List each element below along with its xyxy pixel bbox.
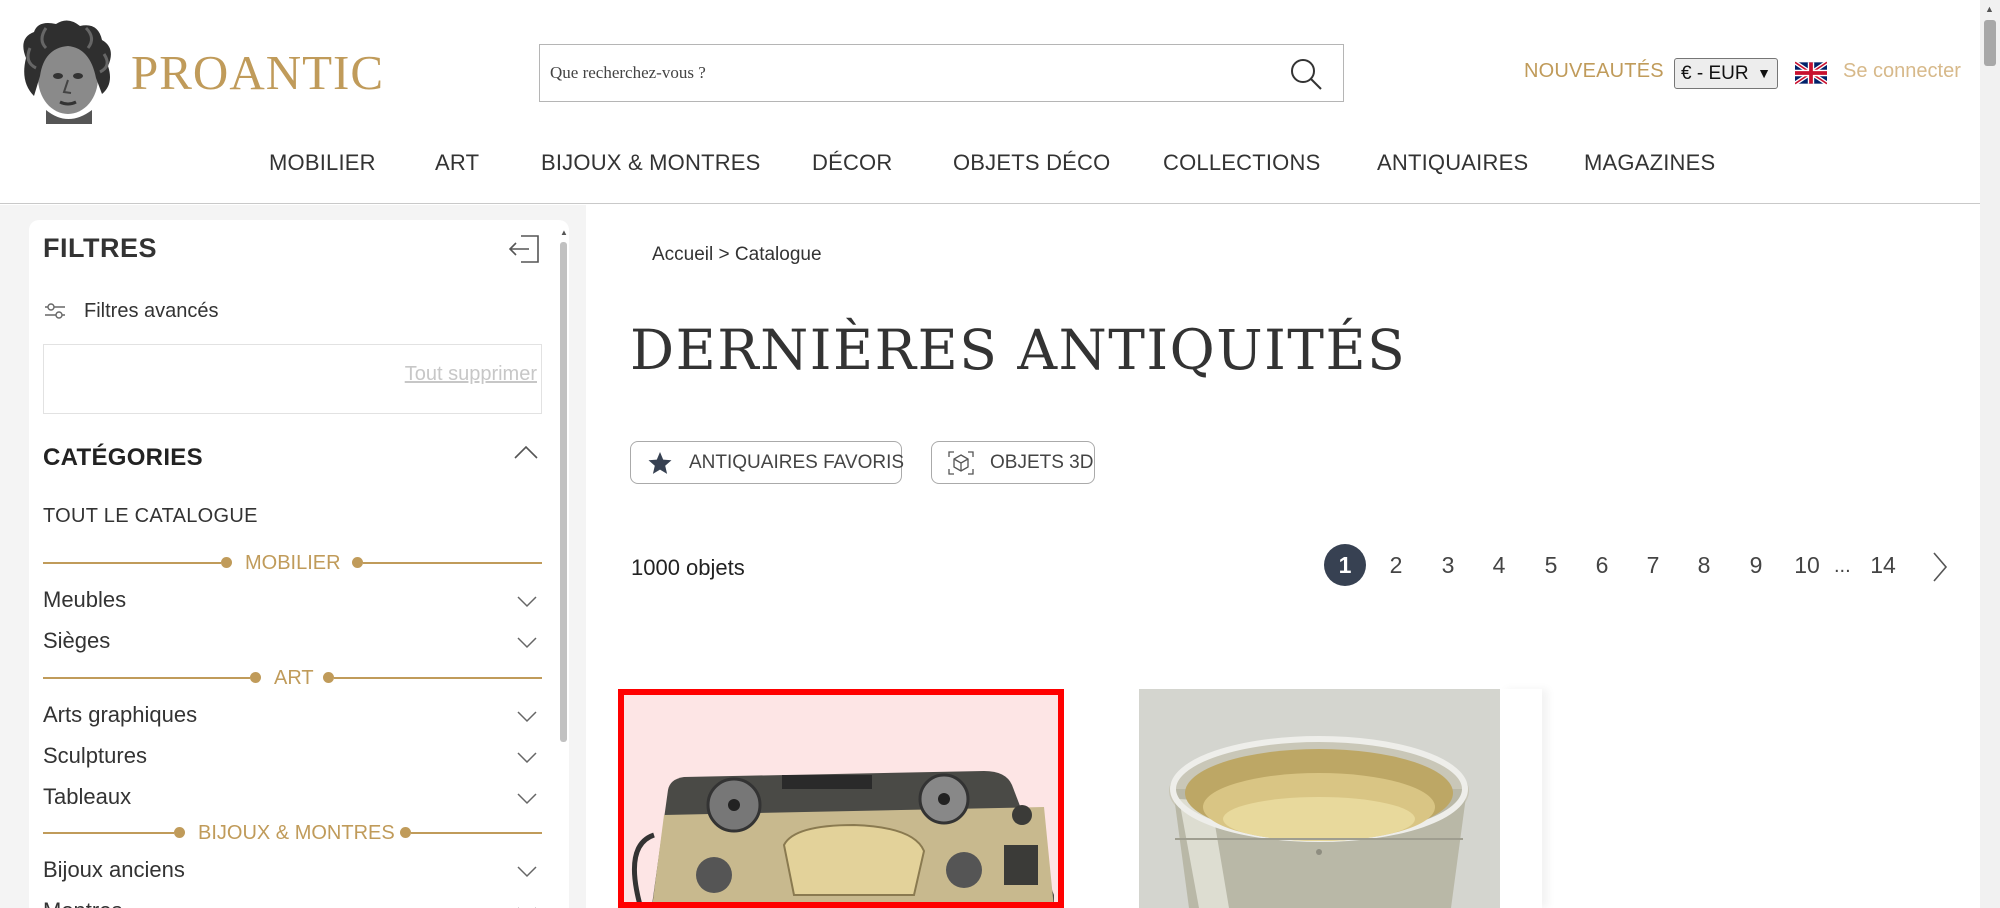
search-icon[interactable] — [1289, 57, 1323, 91]
product-card-edge — [1500, 689, 1542, 908]
advanced-filters-link[interactable]: Filtres avancés — [84, 300, 219, 323]
sidebar-scrollbar[interactable]: ▲ — [557, 228, 571, 908]
category-item-bijoux-anciens[interactable]: Bijoux anciens — [43, 857, 542, 887]
chevron-down-icon[interactable] — [516, 865, 538, 879]
clear-all-link[interactable]: Tout supprimer — [405, 363, 537, 386]
site-header: PROANTIC NOUVEAUTÉS € - EUR ▼ Se connect… — [0, 0, 1980, 204]
category-item-sculptures[interactable]: Sculptures — [43, 743, 542, 773]
search-input[interactable] — [550, 59, 1250, 87]
category-item-meubles[interactable]: Meubles — [43, 587, 542, 617]
currency-value: € - EUR — [1681, 63, 1749, 84]
section-label: MOBILIER — [245, 552, 341, 574]
chevron-right-icon[interactable] — [1930, 550, 1950, 584]
3d-objects-filter-button[interactable]: OBJETS 3D — [931, 441, 1095, 484]
page-2-button[interactable]: 2 — [1375, 544, 1417, 586]
page-3-button[interactable]: 3 — [1427, 544, 1469, 586]
filters-sidebar: FILTRES Filtres avancés Tout supprimer C… — [29, 220, 569, 908]
sidebar-scrollbar-thumb[interactable] — [560, 242, 567, 742]
nav-bijoux-montres[interactable]: BIJOUX & MONTRES — [541, 150, 761, 176]
active-filters-box: Tout supprimer — [43, 344, 542, 414]
filters-title: FILTRES — [43, 233, 157, 263]
nav-objets-deco[interactable]: OBJETS DÉCO — [953, 150, 1110, 176]
star-icon — [648, 452, 672, 474]
sliders-icon[interactable] — [44, 302, 66, 320]
currency-select[interactable]: € - EUR ▼ — [1674, 58, 1778, 89]
scroll-up-arrow-icon[interactable]: ▲ — [1985, 4, 1994, 14]
results-count: 1000 objets — [631, 555, 745, 580]
3d-cube-icon — [948, 451, 974, 475]
breadcrumb[interactable]: Accueil > Catalogue — [652, 244, 822, 266]
section-label: BIJOUX & MONTRES — [198, 822, 395, 844]
chevron-down-icon[interactable] — [516, 792, 538, 806]
chevron-down-icon[interactable] — [516, 595, 538, 609]
page-6-button[interactable]: 6 — [1581, 544, 1623, 586]
category-item-sieges[interactable]: Sièges — [43, 628, 542, 658]
login-link[interactable]: Se connecter — [1843, 60, 1961, 83]
product-image-silver-cup[interactable] — [1139, 689, 1500, 908]
category-label: Sièges — [43, 628, 111, 653]
chevron-down-icon[interactable] — [516, 751, 538, 765]
section-separator-bijoux-montres: BIJOUX & MONTRES — [43, 822, 542, 844]
chip-label: OBJETS 3D — [990, 452, 1094, 473]
category-label: Montres — [43, 898, 122, 908]
section-separator-mobilier: MOBILIER — [43, 552, 542, 574]
all-catalog-link[interactable]: TOUT LE CATALOGUE — [43, 505, 258, 528]
page-9-button[interactable]: 9 — [1735, 544, 1777, 586]
nav-decor[interactable]: DÉCOR — [812, 150, 892, 176]
category-item-montres[interactable]: Montres — [43, 898, 542, 908]
page-last-button[interactable]: 14 — [1862, 544, 1904, 586]
categories-title[interactable]: CATÉGORIES — [43, 444, 203, 472]
chevron-down-icon[interactable] — [516, 636, 538, 650]
scroll-up-arrow-icon[interactable]: ▲ — [560, 228, 568, 237]
page-scrollbar-thumb[interactable] — [1984, 20, 1996, 66]
search-box — [539, 44, 1344, 102]
category-label: Tableaux — [43, 784, 132, 809]
section-label: ART — [274, 667, 314, 689]
product-image-tape-recorder[interactable] — [624, 695, 1064, 908]
chip-label: ANTIQUAIRES FAVORIS — [689, 452, 905, 473]
category-label: Meubles — [43, 587, 127, 612]
page-scrollbar[interactable]: ▲ — [1980, 0, 2000, 908]
page-1-button[interactable]: 1 — [1324, 544, 1366, 586]
chevron-down-icon: ▼ — [1757, 65, 1771, 81]
favorite-dealers-filter-button[interactable]: ANTIQUAIRES FAVORIS — [630, 441, 905, 484]
category-label: Arts graphiques — [43, 702, 198, 727]
uk-flag-icon[interactable] — [1795, 61, 1827, 85]
chevron-up-icon[interactable] — [513, 444, 539, 460]
category-label: Bijoux anciens — [43, 857, 185, 882]
page-4-button[interactable]: 4 — [1478, 544, 1520, 586]
category-label: Sculptures — [43, 743, 147, 768]
site-logo-text[interactable]: PROANTIC — [131, 44, 384, 101]
page-8-button[interactable]: 8 — [1683, 544, 1725, 586]
section-separator-art: ART — [43, 667, 542, 689]
chevron-down-icon[interactable] — [516, 710, 538, 724]
page-10-button[interactable]: 10 — [1786, 544, 1828, 586]
nav-magazines[interactable]: MAGAZINES — [1584, 150, 1715, 176]
collapse-sidebar-icon[interactable] — [507, 234, 541, 264]
main-nav: MOBILIER ART BIJOUX & MONTRES DÉCOR OBJE… — [0, 150, 1980, 180]
nav-mobilier[interactable]: MOBILIER — [269, 150, 376, 176]
nav-collections[interactable]: COLLECTIONS — [1163, 150, 1320, 176]
nouveautes-link[interactable]: NOUVEAUTÉS — [1524, 60, 1664, 83]
page-7-button[interactable]: 7 — [1632, 544, 1674, 586]
page-title: DERNIÈRES ANTIQUITÉS — [630, 318, 1407, 382]
nav-antiquaires[interactable]: ANTIQUAIRES — [1377, 150, 1528, 176]
nav-art[interactable]: ART — [435, 150, 479, 176]
product-card[interactable] — [1139, 689, 1500, 908]
page-5-button[interactable]: 5 — [1530, 544, 1572, 586]
medusa-logo-icon[interactable] — [16, 18, 116, 124]
category-item-arts-graphiques[interactable]: Arts graphiques — [43, 702, 542, 732]
pagination-ellipsis: ... — [1834, 555, 1851, 577]
product-card[interactable] — [618, 689, 1064, 908]
category-item-tableaux[interactable]: Tableaux — [43, 784, 542, 814]
